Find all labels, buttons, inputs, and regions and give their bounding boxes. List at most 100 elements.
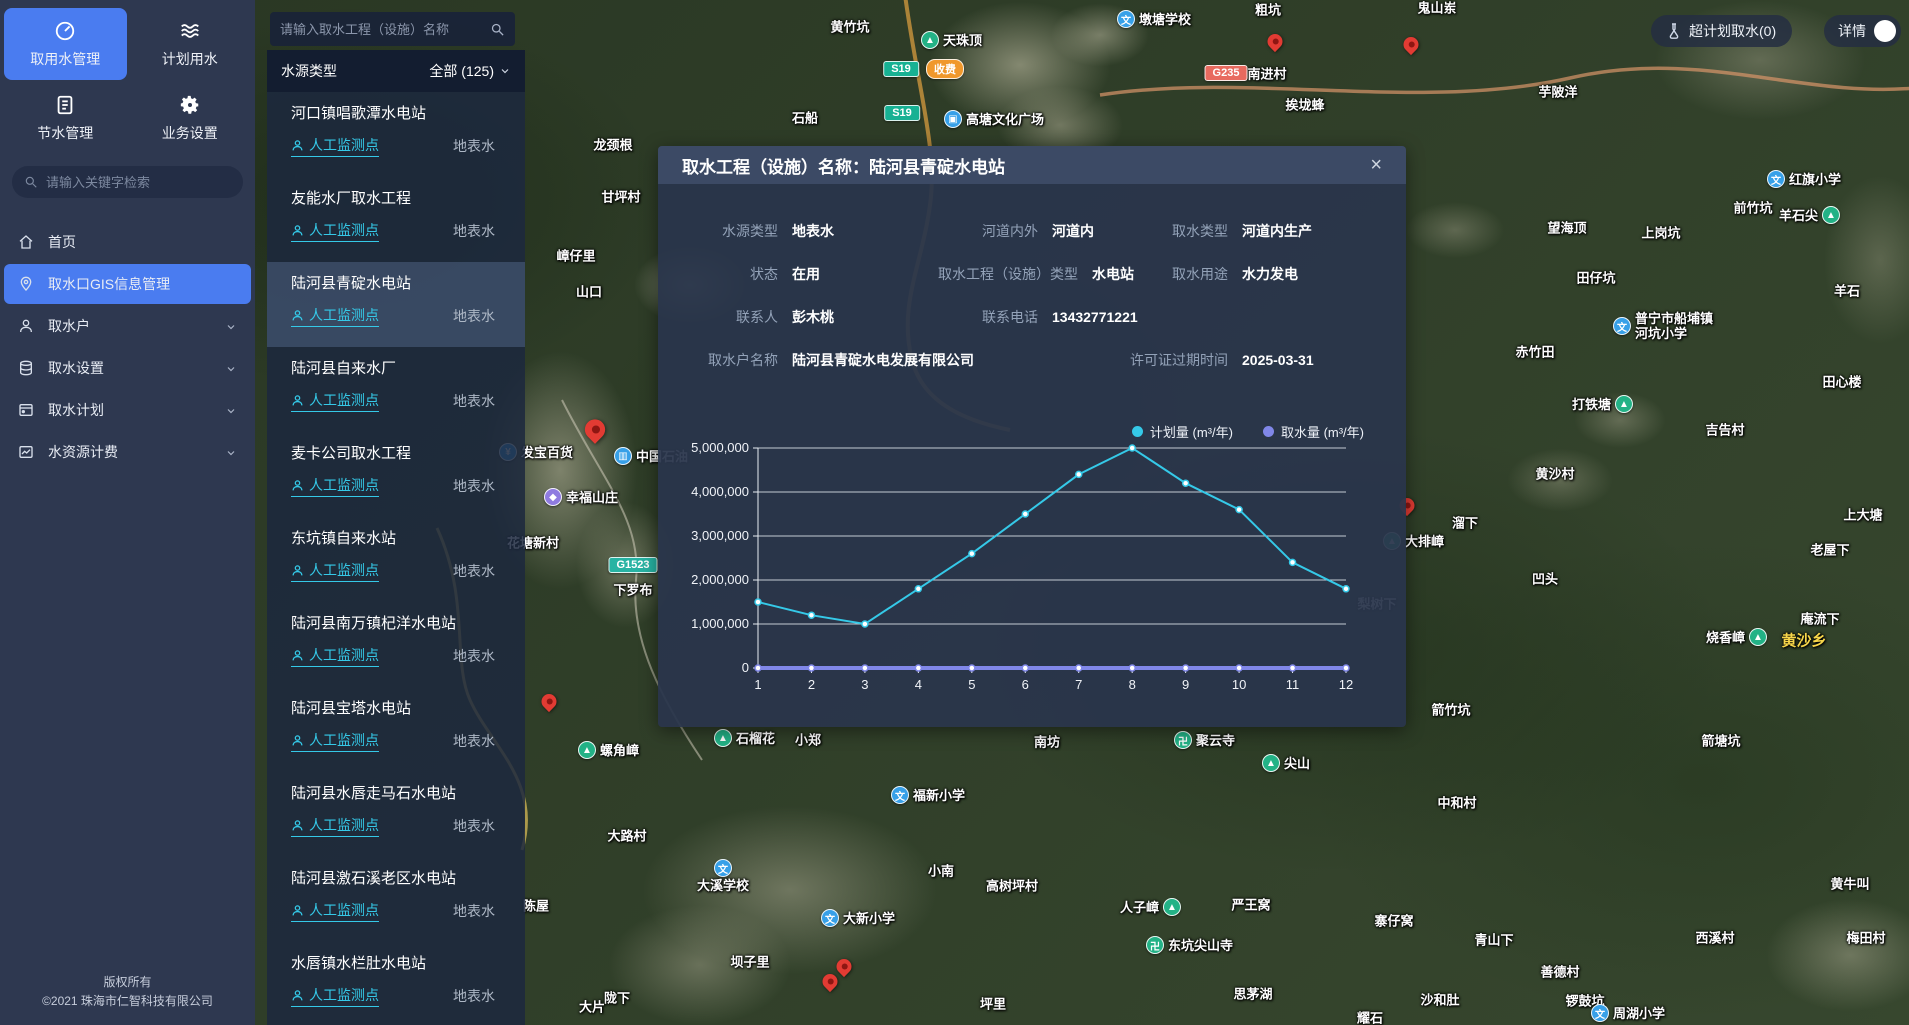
map-pin[interactable] xyxy=(538,691,559,712)
over-plan-intake-button[interactable]: 超计划取水(0) xyxy=(1651,15,1792,47)
map-poi-culture[interactable]: ▣高塘文化广场 xyxy=(944,110,1044,128)
detail-toggle-label: 详情 xyxy=(1838,21,1866,41)
manual-monitor-link[interactable]: 人工监测点 xyxy=(291,305,379,327)
source-type-filter[interactable]: 水源类型 全部 (125) xyxy=(267,50,525,92)
map-poi-school[interactable]: 文普宁市船埔镇 河坑小学 xyxy=(1613,311,1713,341)
sidebar-item-user[interactable]: 取水户 xyxy=(4,306,251,346)
person-icon xyxy=(291,734,304,747)
doc-icon xyxy=(54,94,76,116)
map-place-label: 鬼山岽 xyxy=(1417,1,1456,16)
map-poi-mountain[interactable]: ▲尖山 xyxy=(1262,754,1310,772)
manual-monitor-link[interactable]: 人工监测点 xyxy=(291,730,379,752)
map-poi-school[interactable]: 文墩塘学校 xyxy=(1117,10,1191,28)
manual-monitor-link[interactable]: 人工监测点 xyxy=(291,815,379,837)
map-pin[interactable] xyxy=(1400,34,1421,55)
map-poi-mountain[interactable]: ▲ 烧香嶂 xyxy=(1706,628,1767,646)
map-poi-mountain[interactable]: ▲石榴花 xyxy=(714,729,775,747)
manual-monitor-link[interactable]: 人工监测点 xyxy=(291,220,379,242)
map-poi-mountain[interactable]: ▲人子嶂 xyxy=(1120,898,1181,916)
module-waves-button[interactable]: 计划用水 xyxy=(129,8,252,80)
station-list-item[interactable]: 水唇镇水栏肚水电站人工监测点地表水 xyxy=(267,942,525,1025)
map-place-label: 嶂仔里 xyxy=(556,249,595,264)
manual-monitor-link[interactable]: 人工监测点 xyxy=(291,900,379,922)
menu-label: 取水设置 xyxy=(48,358,104,378)
road-shield: S19 xyxy=(884,105,920,121)
sidebar-item-plan[interactable]: 取水计划 xyxy=(4,390,251,430)
mountain-icon: ▲ xyxy=(1822,206,1840,224)
station-list-item[interactable]: 陆河县宝塔水电站人工监测点地表水 xyxy=(267,687,525,772)
map-poi-mountain[interactable]: ▲天珠顶 xyxy=(921,31,982,49)
map-poi-school[interactable]: 文福新小学 xyxy=(891,786,965,804)
manual-monitor-link[interactable]: 人工监测点 xyxy=(291,985,379,1007)
sidebar-item-home[interactable]: 首页 xyxy=(4,222,251,262)
map-poi-mountain[interactable]: ▲羊石尖 xyxy=(1779,206,1840,224)
station-list-item[interactable]: 友能水厂取水工程人工监测点地表水 xyxy=(267,177,525,262)
map-place-label: 沙和肚 xyxy=(1420,993,1459,1008)
sidebar-item-pin[interactable]: 取水口GIS信息管理 xyxy=(4,264,251,304)
map-poi-school[interactable]: 文红旗小学 xyxy=(1767,170,1841,188)
station-list-item[interactable]: 东坑镇自来水站人工监测点地表水 xyxy=(267,517,525,602)
module-doc-button[interactable]: 节水管理 xyxy=(4,82,127,154)
map-pin[interactable] xyxy=(833,956,854,977)
home-icon xyxy=(18,234,34,250)
sidebar-search-input[interactable] xyxy=(46,175,231,190)
station-name: 陆河县宝塔水电站 xyxy=(291,697,511,718)
station-list-item[interactable]: 陆河县南万镇杞洋水电站人工监测点地表水 xyxy=(267,602,525,687)
station-search-input[interactable] xyxy=(280,22,482,37)
manual-monitor-link[interactable]: 人工监测点 xyxy=(291,645,379,667)
field-value: 河道内 xyxy=(1052,221,1094,241)
close-icon[interactable]: × xyxy=(1370,155,1382,175)
station-list-item[interactable]: 河口镇唱歌潭水电站人工监测点地表水 xyxy=(267,92,525,177)
station-list-item[interactable]: 陆河县自来水厂人工监测点地表水 xyxy=(267,347,525,432)
mountain-icon: ▲ xyxy=(714,729,732,747)
poi-label: 烧香嶂 xyxy=(1706,630,1745,645)
map-pin[interactable] xyxy=(1264,31,1285,52)
map-place-label: 吉告村 xyxy=(1705,423,1744,438)
filter-value[interactable]: 全部 (125) xyxy=(429,61,494,81)
sidebar-item-db[interactable]: 取水设置 xyxy=(4,348,251,388)
map-poi-temple[interactable]: 卍东坑尖山寺 xyxy=(1146,936,1233,954)
station-list-item[interactable]: 陆河县青碇水电站人工监测点 地表水 xyxy=(267,262,525,347)
svg-text:9: 9 xyxy=(1182,677,1189,692)
map-poi-mountain[interactable]: ▲打铁塘 xyxy=(1572,395,1633,413)
station-search-box[interactable] xyxy=(270,12,515,46)
map-poi-school[interactable]: 文大溪学校 xyxy=(697,859,749,893)
station-list-item[interactable]: 陆河县激石溪老区水电站人工监测点地表水 xyxy=(267,857,525,942)
map-pin[interactable] xyxy=(581,415,610,444)
mountain-icon: ▲ xyxy=(1749,628,1767,646)
map-poi-temple[interactable]: 卍聚云寺 xyxy=(1174,731,1235,749)
map-poi-school[interactable]: 文周湖小学 xyxy=(1591,1004,1665,1022)
person-icon xyxy=(291,224,304,237)
search-icon[interactable] xyxy=(490,22,505,37)
map-place-label: 中和村 xyxy=(1437,796,1476,811)
water-source-type: 地表水 xyxy=(453,221,511,241)
manual-monitor-link[interactable]: 人工监测点 xyxy=(291,475,379,497)
detail-toggle[interactable]: 详情 xyxy=(1824,15,1901,47)
map-pin[interactable] xyxy=(819,971,840,992)
manual-monitor-link[interactable]: 人工监测点 xyxy=(291,135,379,157)
manual-monitor-link[interactable]: 人工监测点 xyxy=(291,390,379,412)
manual-monitor-link[interactable]: 人工监测点 xyxy=(291,560,379,582)
svg-text:0: 0 xyxy=(742,660,749,675)
station-list-item[interactable]: 陆河县水唇走马石水电站人工监测点地表水 xyxy=(267,772,525,857)
map-place-label: 严王窝 xyxy=(1231,898,1270,913)
chart-svg: 01,000,0002,000,0003,000,0004,000,0005,0… xyxy=(683,396,1383,711)
map-poi-resort[interactable]: ◆幸福山庄 xyxy=(544,488,618,506)
map-poi-mountain[interactable]: ▲螺角嶂 xyxy=(578,741,639,759)
resort-icon: ◆ xyxy=(544,488,562,506)
water-source-type: 地表水 xyxy=(453,306,511,326)
module-gauge-button[interactable]: 取用水管理 xyxy=(4,8,127,80)
sidebar-search-box[interactable] xyxy=(12,166,243,198)
station-name: 陆河县青碇水电站 xyxy=(291,272,511,293)
field-label: 联系电话 xyxy=(918,307,1038,327)
toggle-knob[interactable] xyxy=(1874,20,1896,42)
map-place-label: 黄沙村 xyxy=(1535,467,1574,482)
sidebar-item-billing[interactable]: 水资源计费 xyxy=(4,432,251,472)
waves-icon xyxy=(179,20,201,42)
map-poi-school[interactable]: 文大新小学 xyxy=(821,909,895,927)
poi-label: 红旗小学 xyxy=(1789,172,1841,187)
svg-text:11: 11 xyxy=(1286,677,1300,692)
search-icon xyxy=(24,175,38,189)
module-gear-button[interactable]: 业务设置 xyxy=(129,82,252,154)
station-list-item[interactable]: 麦卡公司取水工程人工监测点地表水 xyxy=(267,432,525,517)
